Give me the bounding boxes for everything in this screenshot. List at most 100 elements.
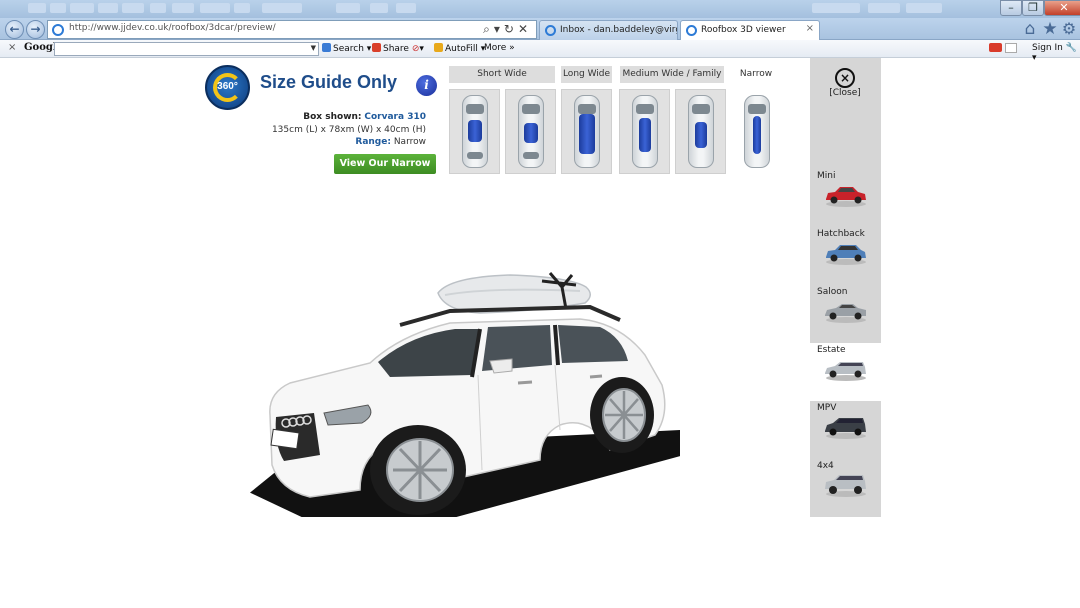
close-tab-icon[interactable]: × [806,23,814,34]
home-icon[interactable]: ⌂ [1021,20,1039,38]
roofbox-shape [467,120,482,142]
vehicle-label-mini[interactable]: Mini [817,171,835,181]
windscreen [635,104,654,114]
checkbox-icon[interactable] [1005,43,1017,53]
roofbox-thumb-narrow-selected[interactable] [731,89,782,174]
close-icon[interactable]: × [835,68,855,88]
estate-car-icon[interactable] [823,358,868,382]
forward-arrow-icon[interactable]: → [26,20,45,39]
search-button[interactable]: Search ▾ [322,43,371,54]
close-link[interactable]: [Close] [822,88,868,98]
menu-item[interactable] [396,3,416,13]
gear-icon[interactable]: ⚙ [1060,20,1078,38]
range-tab-medium-wide-family[interactable]: Medium Wide / Family [620,66,724,83]
back-arrow-icon[interactable]: ← [5,20,24,39]
info-icon[interactable]: i [416,75,437,96]
page-title: Size Guide Only [260,72,398,92]
view-our-narrow-button[interactable]: View Our Narrow [334,154,436,174]
windscreen [691,104,710,114]
windscreen [577,104,596,114]
roofbox-shape [578,114,595,154]
360-logo: 360° [205,65,250,110]
roofbox-shape [694,122,707,148]
windscreen [521,104,540,114]
menu-item[interactable] [28,3,46,13]
vehicle-label-saloon[interactable]: Saloon [817,287,847,297]
menu-item[interactable] [98,3,118,13]
tab-inbox[interactable]: Inbox - dan.baddeley@virginm... [539,20,678,40]
rim-spokes [393,441,447,499]
autofill-button[interactable]: AutoFill ▾ [434,43,485,54]
car-top-view [573,95,600,168]
roofbox-thumb[interactable] [675,89,726,174]
menu-item[interactable] [336,3,360,13]
menu-item[interactable] [172,3,194,13]
address-tools[interactable]: ⌕▾↻✕ [483,22,532,37]
roofbox-thumb[interactable] [619,89,670,174]
menu-item[interactable] [906,3,942,13]
hatchback-car-icon[interactable] [823,242,868,266]
window-close-button[interactable]: ✕ [1044,0,1080,16]
url-text[interactable]: http://www.jjdev.co.uk/roofbox/3dcar/pre… [69,23,276,33]
range-label: Range: [355,137,391,147]
roofbox-thumb[interactable] [505,89,556,174]
share-button[interactable]: Share ⊘▾ [372,43,424,54]
estate-car-with-roofbox [269,272,666,515]
range-value: Narrow [393,137,426,147]
windscreen [465,104,484,114]
menu-item[interactable] [370,3,388,13]
roofbox-thumb[interactable] [449,89,500,174]
ie-page-icon [52,24,64,36]
sign-in-link[interactable]: Sign In 🔧▾ [1032,43,1080,63]
car-3d-view[interactable] [250,265,680,517]
share-icon [372,43,381,52]
minimize-button[interactable]: – [1000,0,1022,16]
box-shown-line: Box shown: Corvara 310 [250,111,426,124]
roofbox-shape [752,116,761,154]
saloon-car-icon[interactable] [823,300,868,324]
mini-car-icon[interactable] [823,184,868,208]
door-handle [589,374,603,379]
box-info: Box shown: Corvara 310 135cm (L) x 78xm … [250,111,426,149]
box-shown-label: Box shown: [303,112,362,122]
menu-item[interactable] [868,3,900,13]
menu-item[interactable] [122,3,144,13]
address-bar[interactable]: http://www.jjdev.co.uk/roofbox/3dcar/pre… [47,20,537,39]
chevron-down-icon[interactable]: ▼ [311,44,316,52]
tab-label: Inbox - dan.baddeley@virginm... [560,25,678,35]
range-tab-short-wide[interactable]: Short Wide [449,66,555,83]
vehicle-label-mpv[interactable]: MPV [817,403,836,413]
menu-item[interactable] [200,3,230,13]
search-icon [322,43,331,52]
vehicle-label-hatchback[interactable]: Hatchback [817,229,865,239]
ie-tab-icon [545,25,556,36]
range-line: Range: Narrow [250,136,426,149]
number-plate [270,428,300,450]
menu-item[interactable] [150,3,166,13]
roofbox-thumb[interactable] [561,89,612,174]
google-toolbar: × Google ▼ Search ▾ Share ⊘▾ AutoFill ▾ … [0,40,1080,63]
menu-item[interactable] [262,3,302,13]
menu-item[interactable] [234,3,250,13]
rear-window [466,152,483,159]
roofbox-shape [638,118,651,152]
google-search-input[interactable]: ▼ [54,42,319,56]
rear-window [522,152,539,159]
tab-roofbox-viewer[interactable]: Roofbox 3D viewer × [680,20,820,40]
star-icon[interactable]: ★ [1041,20,1059,38]
windscreen [378,329,480,377]
vehicle-label-4x4[interactable]: 4x4 [817,461,834,471]
menu-item[interactable] [50,3,66,13]
menu-item[interactable] [70,3,94,13]
windscreen [747,104,766,114]
vehicle-label-estate[interactable]: Estate [817,345,846,355]
close-toolbar-icon[interactable]: × [8,42,16,53]
mpv-car-icon[interactable] [823,416,868,440]
4x4-car-icon[interactable] [823,474,868,498]
menu-item[interactable] [812,3,860,13]
range-tab-narrow[interactable]: Narrow [734,66,778,83]
maximize-button[interactable]: ❐ [1022,0,1044,16]
more-button[interactable]: More » [484,43,515,53]
range-tab-long-wide[interactable]: Long Wide [561,66,612,83]
mail-icon[interactable] [989,43,1002,52]
